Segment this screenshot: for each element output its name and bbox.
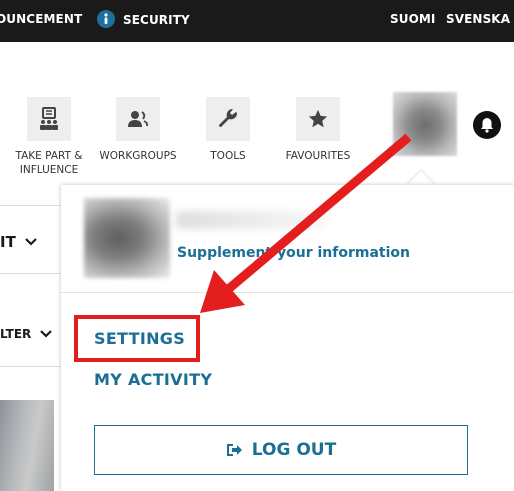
wrench-icon — [206, 97, 250, 141]
star-icon — [296, 97, 340, 141]
profile-name-blurred — [176, 211, 326, 229]
user-avatar-button[interactable] — [393, 92, 457, 156]
nav-tools-label: TOOLS — [210, 150, 246, 162]
language-suomi-link[interactable]: SUOMI — [390, 12, 436, 26]
take-part-icon — [27, 97, 71, 141]
dropdown-it-label: IT — [0, 233, 16, 251]
logout-icon — [226, 443, 242, 457]
divider — [0, 366, 62, 367]
nav-take-part-label-line2: INFLUENCE — [19, 164, 79, 176]
nav-workgroups-label: WORKGROUPS — [99, 150, 177, 162]
logout-label: LOG OUT — [251, 440, 337, 460]
announcement-link[interactable]: OUNCEMENT — [0, 12, 82, 26]
language-svenska-link[interactable]: SVENSKA — [446, 12, 510, 26]
chevron-down-icon — [40, 330, 53, 338]
nav-tools[interactable]: TOOLS — [204, 97, 252, 163]
chevron-down-icon — [25, 238, 37, 246]
nav-favourites[interactable]: FAVOURITES — [281, 97, 355, 163]
filter-label: LTER — [0, 327, 32, 341]
nav-take-part-label-line1: TAKE PART & — [15, 150, 83, 162]
top-bar: OUNCEMENT SECURITY SUOMI SVENSKA — [0, 0, 514, 42]
settings-highlight-box — [74, 315, 200, 362]
security-link[interactable]: SECURITY — [97, 10, 190, 28]
security-label: SECURITY — [123, 13, 190, 27]
workgroups-icon — [116, 97, 160, 141]
divider — [0, 205, 62, 206]
nav-take-part-label: TAKE PART & INFLUENCE — [10, 149, 88, 177]
supplement-info-link[interactable]: Supplement your information — [177, 245, 410, 261]
profile-avatar — [84, 198, 170, 278]
content-thumbnail[interactable] — [0, 400, 54, 491]
filter-dropdown[interactable]: LTER — [0, 327, 53, 341]
my-activity-link[interactable]: MY ACTIVITY — [94, 370, 212, 389]
nav-workgroups[interactable]: WORKGROUPS — [95, 97, 181, 163]
divider — [61, 292, 514, 293]
nav-favourites-label: FAVOURITES — [285, 150, 351, 162]
dropdown-it[interactable]: IT — [0, 233, 37, 251]
bell-icon[interactable] — [473, 111, 501, 139]
nav-take-part[interactable]: TAKE PART & INFLUENCE — [10, 97, 88, 177]
divider — [0, 273, 62, 274]
logout-button[interactable]: LOG OUT — [94, 425, 468, 475]
info-shield-icon — [97, 10, 115, 28]
